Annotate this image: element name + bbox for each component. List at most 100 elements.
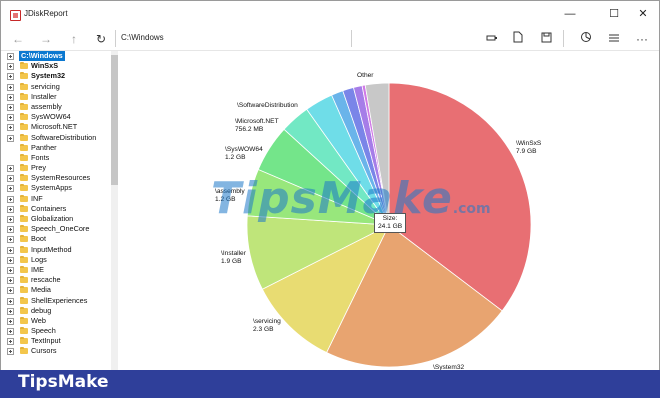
pie-chart-view-icon[interactable] xyxy=(577,30,595,48)
more-options-icon[interactable]: ··· xyxy=(633,30,651,48)
new-document-icon[interactable] xyxy=(509,30,527,48)
tree-root[interactable]: C:\Windows xyxy=(1,51,110,62)
tree-item[interactable]: assembly xyxy=(1,102,110,112)
tree-item-label: Globalization xyxy=(31,214,74,223)
tree-item[interactable]: SystemApps xyxy=(1,183,110,193)
tree-item[interactable]: IME xyxy=(1,265,110,275)
tree-item[interactable]: Microsoft.NET xyxy=(1,122,110,132)
tree-item[interactable]: servicing xyxy=(1,82,110,92)
expand-icon[interactable] xyxy=(7,246,14,254)
expand-icon[interactable] xyxy=(7,216,14,223)
maximize-button[interactable]: ☐ xyxy=(598,4,630,24)
tree-item[interactable]: TextInput xyxy=(1,336,110,346)
up-button[interactable]: ↑ xyxy=(65,30,83,48)
expand-icon[interactable] xyxy=(7,348,14,356)
expand-icon[interactable] xyxy=(7,195,14,203)
tree-item[interactable]: Fonts xyxy=(1,153,110,163)
expand-icon[interactable] xyxy=(7,266,14,274)
expand-icon[interactable] xyxy=(7,328,14,336)
list-view-icon[interactable] xyxy=(605,30,623,48)
tree-item-label: assembly xyxy=(31,101,62,111)
back-button[interactable]: ← xyxy=(9,30,27,48)
tree-item[interactable]: Containers xyxy=(1,204,110,214)
folder-icon xyxy=(20,245,28,253)
expand-icon[interactable] xyxy=(7,317,14,325)
expand-icon[interactable] xyxy=(7,103,14,111)
tree-item[interactable]: Web xyxy=(1,316,110,326)
tree-item[interactable]: Speech xyxy=(1,326,110,336)
folder-icon xyxy=(20,92,28,100)
tree-item[interactable]: Globalization xyxy=(1,214,110,224)
expand-icon[interactable] xyxy=(7,165,14,173)
tree-item[interactable]: Installer xyxy=(1,92,110,102)
folder-icon xyxy=(20,82,28,90)
expand-icon[interactable] xyxy=(7,307,14,315)
expand-icon[interactable] xyxy=(7,287,14,295)
tree-item[interactable]: INF xyxy=(1,194,110,204)
tree-item[interactable]: Boot xyxy=(1,234,110,244)
tree-item[interactable]: Prey xyxy=(1,163,110,173)
close-button[interactable]: ✕ xyxy=(627,4,659,24)
expand-icon[interactable] xyxy=(7,205,14,213)
save-icon[interactable] xyxy=(537,30,555,48)
expand-icon[interactable] xyxy=(7,226,14,234)
tree-root-label: C:\Windows xyxy=(19,51,65,62)
tree-item[interactable]: SystemResources xyxy=(1,173,110,183)
expand-icon[interactable] xyxy=(7,297,14,305)
slice-size-label: 2.3 GB xyxy=(253,326,274,333)
tree-item[interactable]: debug xyxy=(1,306,110,316)
tree-item-label: SystemResources xyxy=(31,173,91,183)
expand-icon[interactable] xyxy=(7,73,14,81)
expand-icon[interactable] xyxy=(7,338,14,346)
tree-item[interactable]: Panther xyxy=(1,143,110,153)
window-title: JDiskReport xyxy=(24,9,68,18)
tree-item[interactable]: WinSxS xyxy=(1,61,110,71)
folder-icon xyxy=(20,153,28,161)
watermark-domain: .com xyxy=(452,201,491,217)
tree-item[interactable]: rescache xyxy=(1,275,110,285)
tree-item[interactable]: Speech_OneCore xyxy=(1,224,110,234)
expand-icon[interactable] xyxy=(7,53,14,60)
tree-item-label: Installer xyxy=(31,91,57,101)
tree-item-label: Logs xyxy=(31,254,47,264)
tree-item[interactable]: Logs xyxy=(1,255,110,265)
expand-icon[interactable] xyxy=(7,277,14,285)
tree-item[interactable]: ShellExperiences xyxy=(1,296,110,306)
tree-item-label: Media xyxy=(31,285,51,295)
tree-item-label: Containers xyxy=(31,203,67,213)
tree-item-label: SysWOW64 xyxy=(31,112,71,122)
app-icon xyxy=(10,10,21,21)
scrollbar-thumb[interactable] xyxy=(111,55,118,185)
expand-icon[interactable] xyxy=(7,134,14,142)
refresh-button[interactable]: ↻ xyxy=(92,30,110,48)
app-window: JDiskReport — ☐ ✕ ← → ↑ ↻ C:\Windows ··· xyxy=(0,0,660,371)
folder-icon xyxy=(20,276,28,284)
expand-icon[interactable] xyxy=(7,83,14,91)
tree-item[interactable]: SoftwareDistribution xyxy=(1,133,110,143)
folder-icon xyxy=(20,164,28,172)
forward-button[interactable]: → xyxy=(37,30,55,48)
folder-icon xyxy=(20,265,28,273)
tree-item[interactable]: Cursors xyxy=(1,346,110,356)
expand-icon[interactable] xyxy=(7,114,14,122)
path-field[interactable]: C:\Windows xyxy=(121,33,164,42)
expand-icon[interactable] xyxy=(7,63,14,71)
expand-icon[interactable] xyxy=(7,93,14,101)
tree-item[interactable]: System32 xyxy=(1,71,110,81)
folder-tree: C:\Windows WinSxS System32 servicing Instal… xyxy=(1,51,119,371)
tree-item-label: Speech xyxy=(31,326,56,336)
tree-item[interactable]: SysWOW64 xyxy=(1,112,110,122)
expand-icon[interactable] xyxy=(7,256,14,264)
expand-icon[interactable] xyxy=(7,236,14,244)
expand-icon[interactable] xyxy=(7,185,14,193)
scan-drive-icon[interactable] xyxy=(483,30,501,48)
slice-label: \SoftwareDistribution xyxy=(237,102,298,109)
tree-item[interactable]: Media xyxy=(1,285,110,295)
tree-item-label: rescache xyxy=(31,275,61,285)
minimize-button[interactable]: — xyxy=(554,4,586,24)
tree-item[interactable]: InputMethod xyxy=(1,245,110,255)
expand-icon[interactable] xyxy=(7,124,14,132)
title-bar: JDiskReport — ☐ ✕ xyxy=(1,1,659,28)
tree-item-label: IME xyxy=(31,264,44,274)
expand-icon[interactable] xyxy=(7,175,14,183)
